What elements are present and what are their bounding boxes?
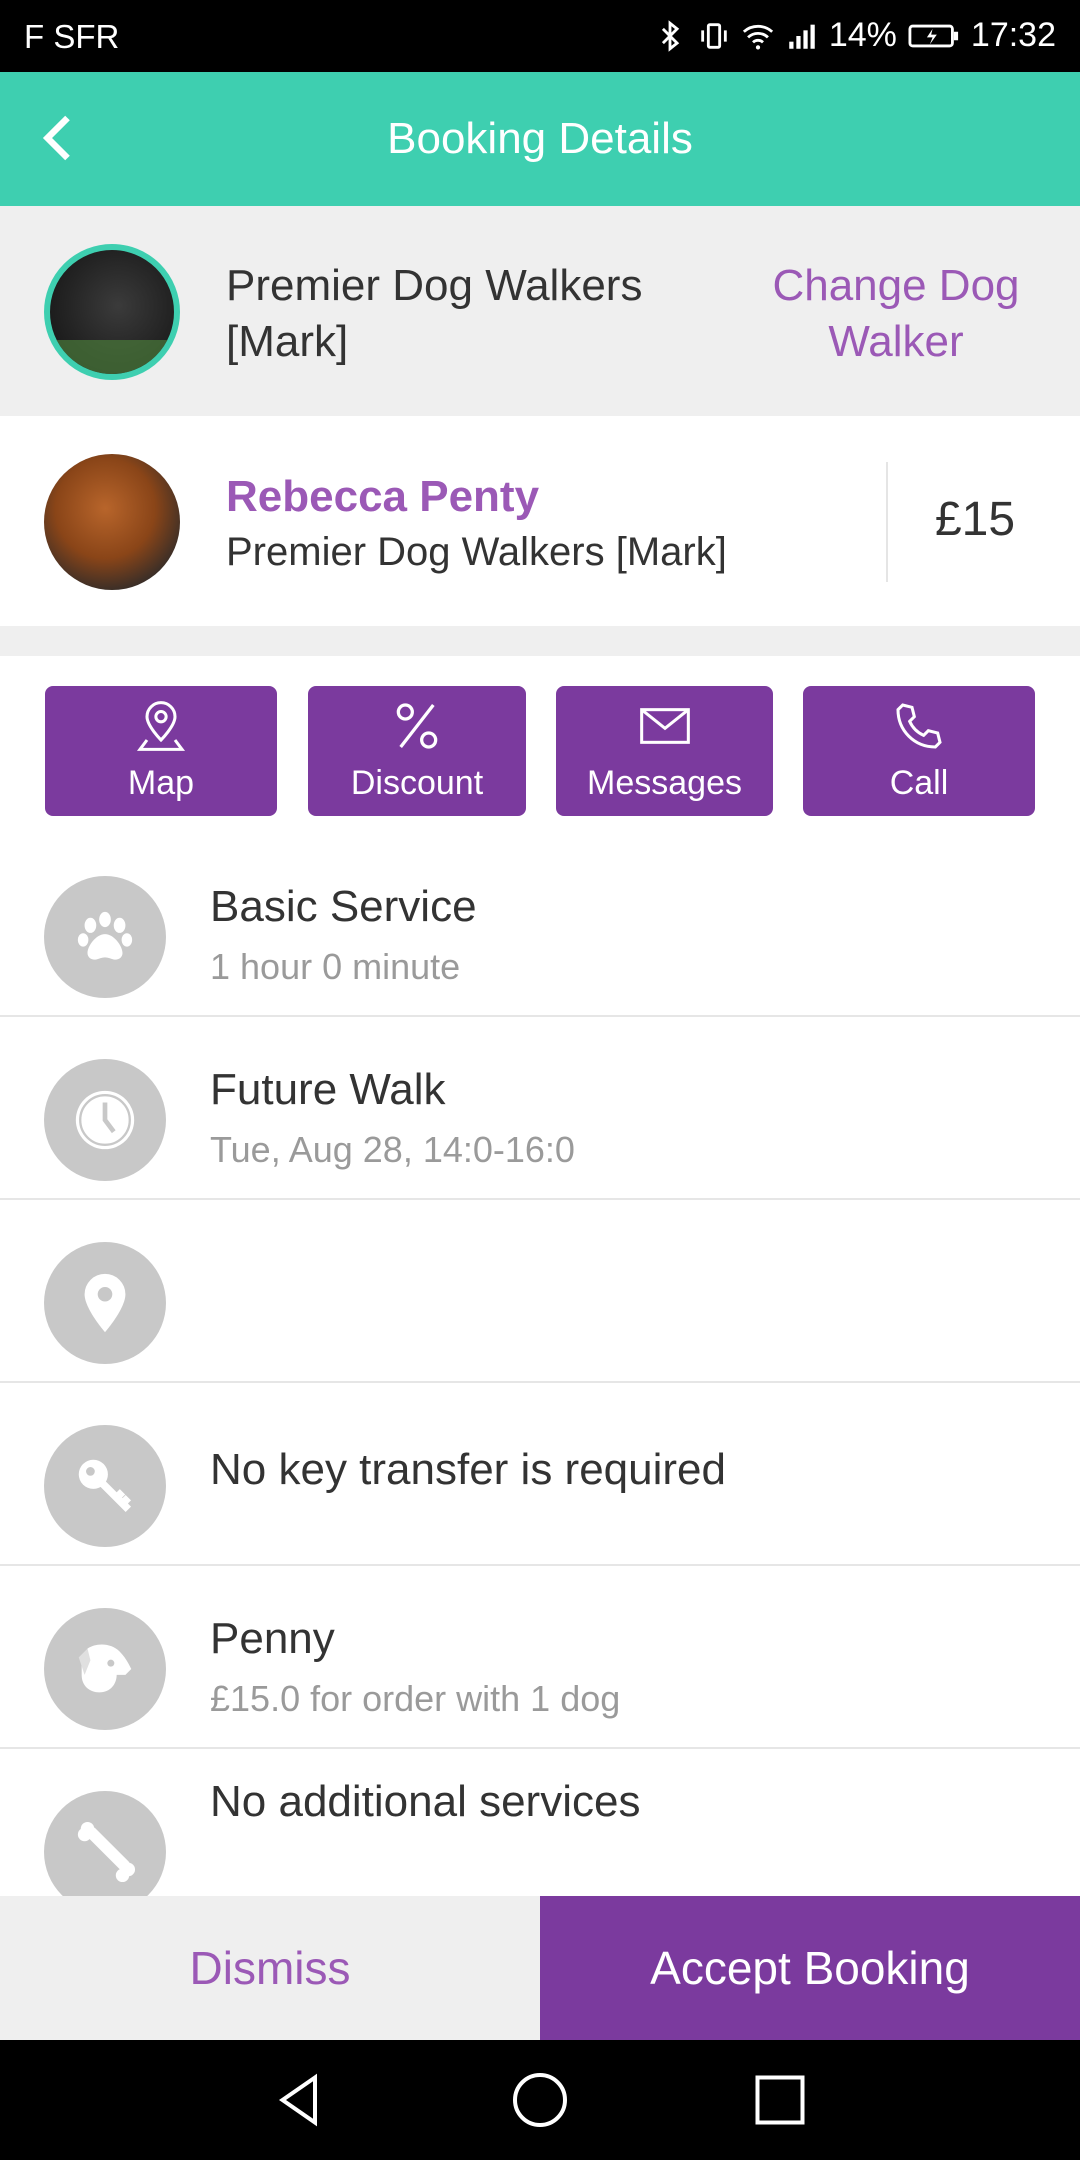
list-item-dog: Penny £15.0 for order with 1 dog: [0, 1566, 1080, 1749]
accept-booking-button[interactable]: Accept Booking: [540, 1896, 1080, 2040]
clock-icon: [75, 1090, 135, 1150]
key-icon: [78, 1459, 132, 1513]
key-transfer-text: No key transfer is required: [210, 1445, 726, 1494]
nav-recents-icon[interactable]: [750, 2070, 810, 2130]
client-name: Rebecca Penty: [226, 472, 540, 521]
nav-home-icon[interactable]: [510, 2070, 570, 2130]
discount-button-label: Discount: [350, 764, 484, 802]
list-item-key: No key transfer is required: [0, 1383, 1080, 1566]
dog-price-info: £15.0 for order with 1 dog: [210, 1678, 621, 1719]
walker-name: Premier Dog Walkers [Mark]: [226, 261, 643, 366]
action-buttons: Map Discount Messages Call: [0, 656, 1080, 834]
messages-button[interactable]: Messages: [556, 686, 773, 816]
service-icon-circle: [44, 876, 166, 998]
dog-icon: [78, 1644, 132, 1693]
discount-button[interactable]: Discount: [308, 686, 526, 816]
dismiss-button[interactable]: Dismiss: [0, 1896, 540, 2040]
divider: [886, 462, 888, 582]
additional-services-text: No additional services: [210, 1777, 641, 1826]
carrier-label: F SFR: [24, 18, 120, 55]
nav-back-icon[interactable]: [270, 2070, 330, 2130]
walk-datetime: Tue, Aug 28, 14:0-16:0: [210, 1129, 575, 1170]
battery-icon: [908, 24, 958, 47]
battery-percent: 14%: [828, 16, 897, 54]
envelope-icon: [639, 708, 690, 744]
dog-name: Penny: [210, 1614, 335, 1663]
walk-title: Future Walk: [210, 1065, 446, 1114]
location-icon: [84, 1273, 126, 1333]
service-title: Basic Service: [210, 882, 477, 931]
bone-icon: [77, 1821, 136, 1883]
bottom-action-bar: Dismiss Accept Booking: [0, 1896, 1080, 2040]
key-icon-circle: [44, 1425, 166, 1547]
bone-icon-circle: [44, 1791, 166, 1913]
phone-icon: [896, 703, 942, 749]
list-item-service: Basic Service 1 hour 0 minute: [0, 834, 1080, 1017]
client-company: Premier Dog Walkers [Mark]: [226, 530, 727, 574]
client-row: Rebecca Penty Premier Dog Walkers [Mark]…: [0, 416, 1080, 626]
time-icon-circle: [44, 1059, 166, 1181]
paw-icon: [77, 911, 133, 960]
vibrate-icon: [701, 22, 727, 49]
messages-button-label: Messages: [587, 764, 742, 802]
dog-icon-circle: [44, 1608, 166, 1730]
call-button-label: Call: [889, 764, 949, 802]
system-nav-bar: [0, 2040, 1080, 2160]
list-item-location: [0, 1200, 1080, 1383]
map-pin-icon: [136, 701, 186, 751]
change-dog-walker-link[interactable]: Change Dog Walker: [756, 258, 1036, 370]
list-item-walk-time: Future Walk Tue, Aug 28, 14:0-16:0: [0, 1017, 1080, 1200]
wifi-icon: [742, 24, 773, 49]
page-title: Booking Details: [387, 114, 693, 163]
section-gap: [0, 626, 1080, 656]
signal-icon: [789, 24, 815, 49]
bluetooth-icon: [661, 19, 680, 52]
walker-avatar: [44, 244, 180, 380]
walker-row: Premier Dog Walkers [Mark] Change Dog Wa…: [0, 206, 1080, 416]
map-button-label: Map: [127, 764, 195, 802]
location-icon-circle: [44, 1242, 166, 1364]
map-button[interactable]: Map: [45, 686, 277, 816]
call-button[interactable]: Call: [803, 686, 1035, 816]
status-icons: 14% 17:32: [653, 16, 1056, 55]
service-duration: 1 hour 0 minute: [210, 946, 461, 987]
clock-time: 17:32: [970, 16, 1056, 54]
price-label: £15: [934, 493, 1016, 546]
percent-icon: [396, 703, 438, 749]
client-avatar: [44, 454, 180, 590]
status-bar: F SFR 14% 17:32: [0, 0, 1080, 72]
app-bar: Booking Details: [0, 72, 1080, 206]
